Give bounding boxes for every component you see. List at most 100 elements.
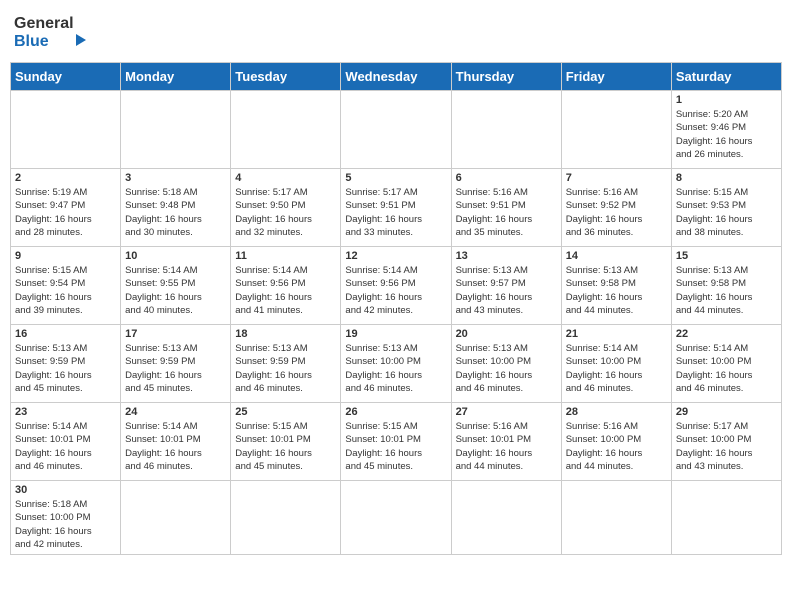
day-number: 22 [676,328,777,340]
day-number: 9 [15,250,116,262]
calendar-cell: 24 Sunrise: 5:14 AM Sunset: 10:01 PM Dayl… [121,403,231,481]
day-number: 24 [125,406,226,418]
day-number: 27 [456,406,557,418]
day-number: 1 [676,94,777,106]
calendar-cell: 21 Sunrise: 5:14 AM Sunset: 10:00 PM Dayl… [561,325,671,403]
day-info: Sunrise: 5:16 AM Sunset: 9:51 PM Dayligh… [456,186,557,239]
day-info: Sunrise: 5:20 AM Sunset: 9:46 PM Dayligh… [676,108,777,161]
weekday-header-wednesday: Wednesday [341,63,451,91]
calendar-cell [231,91,341,169]
calendar-cell: 17 Sunrise: 5:13 AM Sunset: 9:59 PM Dayli… [121,325,231,403]
day-number: 18 [235,328,336,340]
day-number: 3 [125,172,226,184]
day-number: 7 [566,172,667,184]
day-number: 16 [15,328,116,340]
day-number: 14 [566,250,667,262]
svg-text:Blue: Blue [14,33,49,50]
day-number: 29 [676,406,777,418]
calendar-cell [11,91,121,169]
day-info: Sunrise: 5:13 AM Sunset: 10:00 PM Daylig… [456,342,557,395]
calendar-cell [121,481,231,555]
calendar-cell: 18Sunrise: 5:13 AM Sunset: 9:59 PM Dayli… [231,325,341,403]
day-info: Sunrise: 5:17 AM Sunset: 9:50 PM Dayligh… [235,186,336,239]
calendar-cell: 4 Sunrise: 5:17 AM Sunset: 9:50 PM Daylig… [231,169,341,247]
calendar-cell [451,481,561,555]
calendar-cell [231,481,341,555]
weekday-header-thursday: Thursday [451,63,561,91]
calendar-cell [671,481,781,555]
day-info: Sunrise: 5:16 AM Sunset: 9:52 PM Dayligh… [566,186,667,239]
day-number: 10 [125,250,226,262]
weekday-header-friday: Friday [561,63,671,91]
day-info: Sunrise: 5:14 AM Sunset: 10:00 PM Daylig… [676,342,777,395]
weekday-header-sunday: Sunday [11,63,121,91]
calendar-cell [341,481,451,555]
day-info: Sunrise: 5:15 AM Sunset: 10:01 PM Daylig… [235,420,336,473]
day-info: Sunrise: 5:15 AM Sunset: 9:53 PM Dayligh… [676,186,777,239]
calendar-cell: 27 Sunrise: 5:16 AM Sunset: 10:01 PM Dayl… [451,403,561,481]
day-number: 25 [235,406,336,418]
logo: GeneralBlue [14,10,94,54]
day-number: 17 [125,328,226,340]
day-number: 4 [235,172,336,184]
calendar-cell: 5 Sunrise: 5:17 AM Sunset: 9:51 PM Daylig… [341,169,451,247]
day-info: Sunrise: 5:16 AM Sunset: 10:00 PM Daylig… [566,420,667,473]
weekday-header-monday: Monday [121,63,231,91]
day-number: 6 [456,172,557,184]
calendar-cell: 19 Sunrise: 5:13 AM Sunset: 10:00 PM Dayl… [341,325,451,403]
day-number: 19 [345,328,446,340]
calendar-cell: 14 Sunrise: 5:13 AM Sunset: 9:58 PM Dayli… [561,247,671,325]
calendar-cell: 2Sunrise: 5:19 AM Sunset: 9:47 PM Daylig… [11,169,121,247]
calendar-cell: 7 Sunrise: 5:16 AM Sunset: 9:52 PM Daylig… [561,169,671,247]
day-info: Sunrise: 5:13 AM Sunset: 10:00 PM Daylig… [345,342,446,395]
day-info: Sunrise: 5:17 AM Sunset: 10:00 PM Daylig… [676,420,777,473]
calendar-cell: 9Sunrise: 5:15 AM Sunset: 9:54 PM Daylig… [11,247,121,325]
day-number: 5 [345,172,446,184]
day-info: Sunrise: 5:15 AM Sunset: 10:01 PM Daylig… [345,420,446,473]
header: GeneralBlue [10,10,782,54]
svg-text:General: General [14,15,74,32]
day-info: Sunrise: 5:17 AM Sunset: 9:51 PM Dayligh… [345,186,446,239]
calendar-cell: 26 Sunrise: 5:15 AM Sunset: 10:01 PM Dayl… [341,403,451,481]
day-number: 12 [345,250,446,262]
calendar-cell: 6 Sunrise: 5:16 AM Sunset: 9:51 PM Daylig… [451,169,561,247]
weekday-header-saturday: Saturday [671,63,781,91]
calendar-cell [341,91,451,169]
calendar-cell: 22 Sunrise: 5:14 AM Sunset: 10:00 PM Dayl… [671,325,781,403]
day-info: Sunrise: 5:16 AM Sunset: 10:01 PM Daylig… [456,420,557,473]
calendar-cell: 13Sunrise: 5:13 AM Sunset: 9:57 PM Dayli… [451,247,561,325]
generalblue-logo-icon: GeneralBlue [14,10,94,54]
day-info: Sunrise: 5:14 AM Sunset: 10:01 PM Daylig… [15,420,116,473]
calendar-cell: 8 Sunrise: 5:15 AM Sunset: 9:53 PM Daylig… [671,169,781,247]
day-number: 8 [676,172,777,184]
calendar-week-row: 23 Sunrise: 5:14 AM Sunset: 10:01 PM Dayl… [11,403,782,481]
calendar-cell [561,481,671,555]
day-info: Sunrise: 5:19 AM Sunset: 9:47 PM Dayligh… [15,186,116,239]
day-info: Sunrise: 5:13 AM Sunset: 9:58 PM Dayligh… [676,264,777,317]
day-number: 15 [676,250,777,262]
calendar-cell [451,91,561,169]
day-number: 23 [15,406,116,418]
day-number: 26 [345,406,446,418]
calendar-cell: 28 Sunrise: 5:16 AM Sunset: 10:00 PM Dayl… [561,403,671,481]
day-info: Sunrise: 5:13 AM Sunset: 9:59 PM Dayligh… [125,342,226,395]
day-info: Sunrise: 5:14 AM Sunset: 9:56 PM Dayligh… [235,264,336,317]
calendar-cell [561,91,671,169]
calendar-cell: 23 Sunrise: 5:14 AM Sunset: 10:01 PM Dayl… [11,403,121,481]
calendar-cell: 15 Sunrise: 5:13 AM Sunset: 9:58 PM Dayli… [671,247,781,325]
calendar-week-row: 16 Sunrise: 5:13 AM Sunset: 9:59 PM Dayli… [11,325,782,403]
day-info: Sunrise: 5:14 AM Sunset: 10:01 PM Daylig… [125,420,226,473]
day-info: Sunrise: 5:13 AM Sunset: 9:59 PM Dayligh… [15,342,116,395]
day-number: 21 [566,328,667,340]
day-number: 13 [456,250,557,262]
day-info: Sunrise: 5:13 AM Sunset: 9:58 PM Dayligh… [566,264,667,317]
day-number: 28 [566,406,667,418]
weekday-header-tuesday: Tuesday [231,63,341,91]
day-info: Sunrise: 5:14 AM Sunset: 10:00 PM Daylig… [566,342,667,395]
day-number: 11 [235,250,336,262]
calendar-week-row: 30Sunrise: 5:18 AM Sunset: 10:00 PM Dayl… [11,481,782,555]
calendar-cell: 11 Sunrise: 5:14 AM Sunset: 9:56 PM Dayli… [231,247,341,325]
calendar-table: SundayMondayTuesdayWednesdayThursdayFrid… [10,62,782,555]
day-info: Sunrise: 5:14 AM Sunset: 9:55 PM Dayligh… [125,264,226,317]
calendar-cell [121,91,231,169]
